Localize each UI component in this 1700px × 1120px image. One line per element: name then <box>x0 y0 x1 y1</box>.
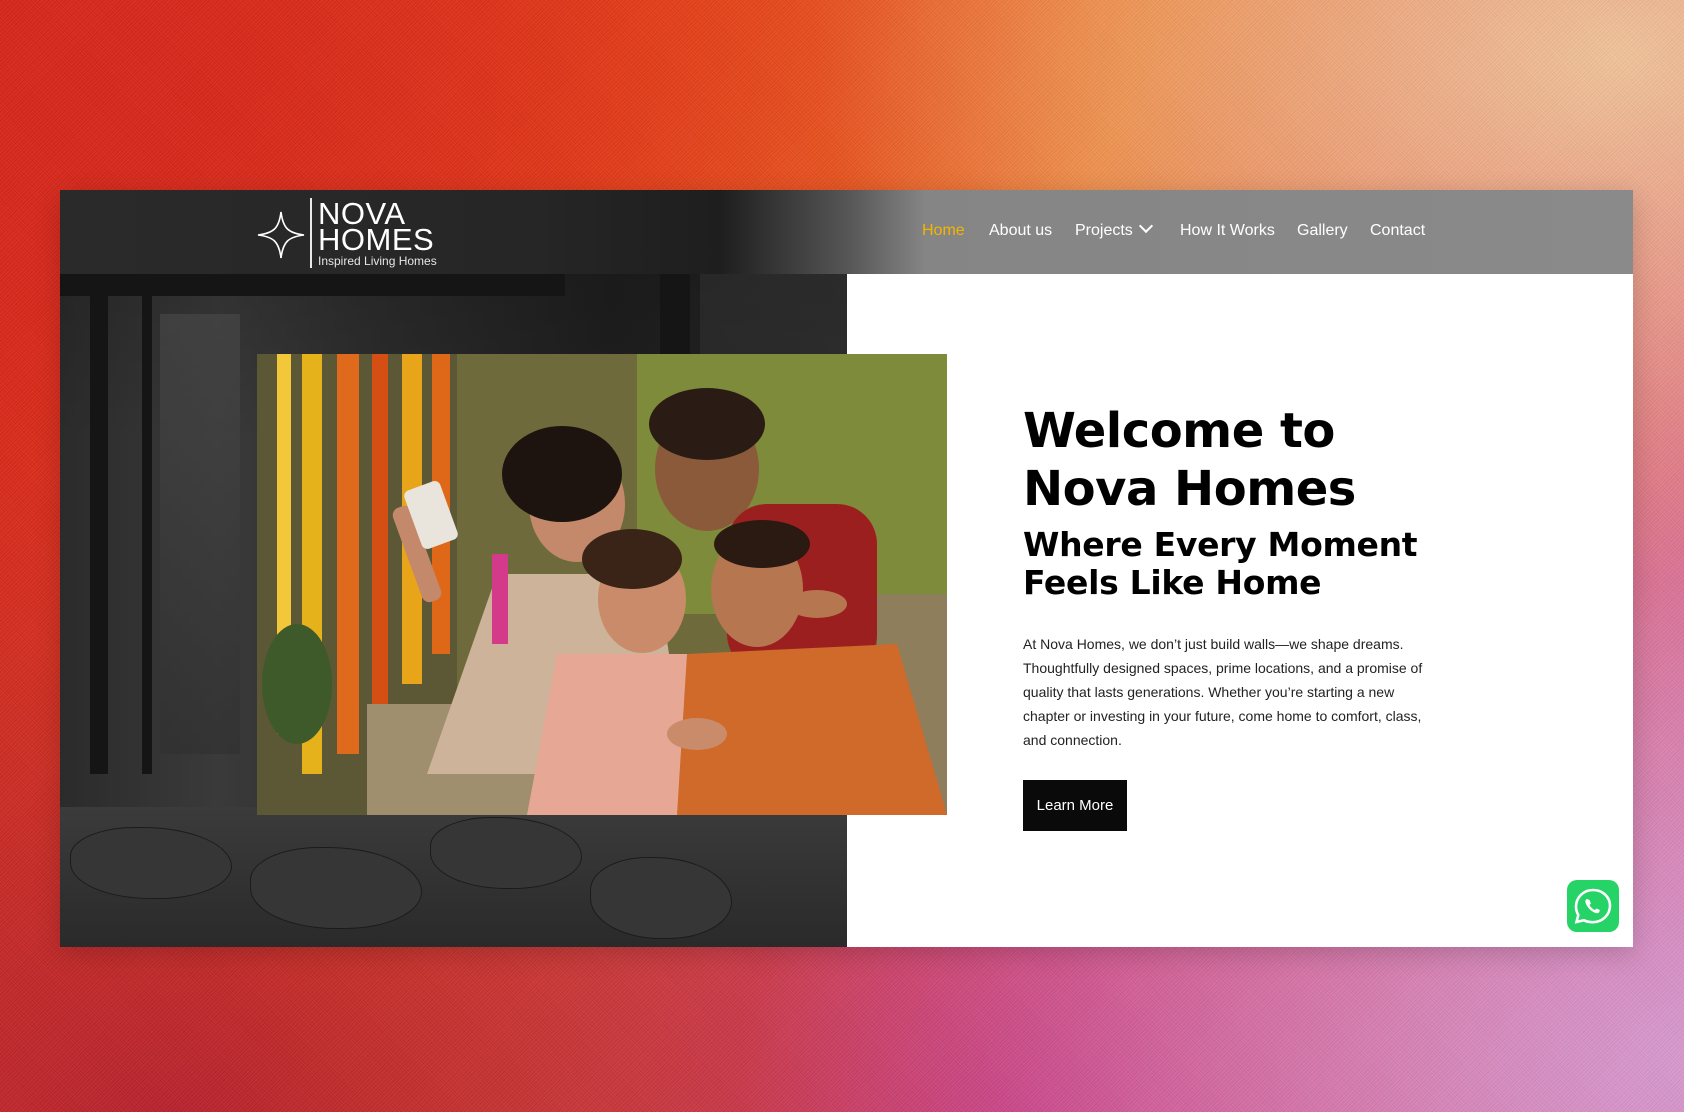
floor <box>60 807 847 947</box>
floor-stone <box>70 827 232 899</box>
nav-how-it-works[interactable]: How It Works <box>1180 222 1275 240</box>
learn-more-button[interactable]: Learn More <box>1023 780 1127 831</box>
hero-description: At Nova Homes, we don’t just build walls… <box>1023 636 1423 748</box>
floor-stone <box>590 857 732 939</box>
nav-about-us[interactable]: About us <box>989 222 1052 240</box>
whatsapp-icon <box>1574 888 1612 924</box>
hero-content: Welcome to Nova Homes Where Every Moment… <box>1023 402 1443 752</box>
family-selfie-image <box>257 354 947 815</box>
door-frame <box>90 294 108 774</box>
hero-title-line2: Nova Homes <box>1023 461 1356 517</box>
chevron-down-icon <box>1138 218 1153 234</box>
nav-projects-label: Projects <box>1075 222 1133 239</box>
nav-gallery[interactable]: Gallery <box>1297 222 1348 240</box>
edge-strip-bottom <box>0 1112 1700 1120</box>
floor-stone <box>250 847 422 929</box>
floor-stone <box>430 817 582 889</box>
nav-home[interactable]: Home <box>922 222 965 240</box>
edge-strip-right <box>1684 0 1700 1120</box>
ceiling-beam <box>60 274 565 296</box>
site-header: NOVA HOMES Inspired Living Homes Home Ab… <box>60 190 1633 274</box>
website-window: NOVA HOMES Inspired Living Homes Home Ab… <box>60 190 1633 947</box>
whatsapp-chat-button[interactable] <box>1567 880 1619 932</box>
nav-contact[interactable]: Contact <box>1370 222 1425 240</box>
family-photo <box>257 354 947 815</box>
glass-panel <box>160 314 240 754</box>
hero-title-line1: Welcome to <box>1023 403 1335 459</box>
main-nav: Home About us Projects How It Works Gall… <box>60 190 1633 274</box>
nav-projects[interactable]: Projects <box>1075 218 1153 240</box>
hero-subtitle: Where Every Moment Feels Like Home <box>1023 526 1443 602</box>
hero-subtitle-line1: Where Every Moment <box>1023 525 1418 564</box>
hero-title: Welcome to Nova Homes <box>1023 402 1443 518</box>
hero-subtitle-line2: Feels Like Home <box>1023 563 1322 602</box>
door-frame <box>142 294 152 774</box>
